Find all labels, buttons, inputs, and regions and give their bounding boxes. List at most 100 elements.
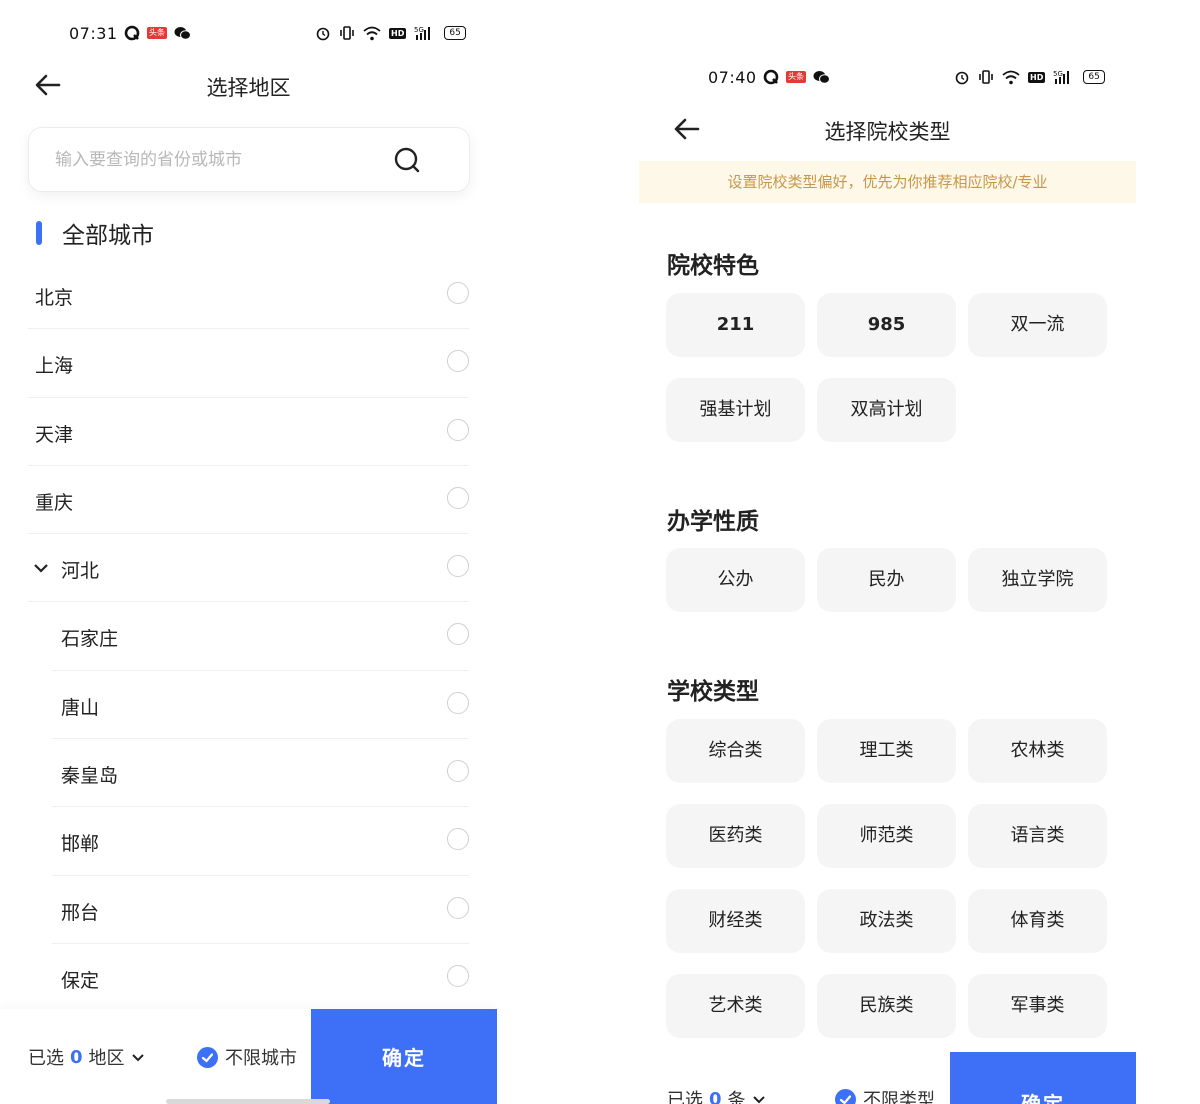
radio-button[interactable] (447, 828, 469, 851)
search-icon[interactable] (393, 146, 421, 174)
selected-count[interactable]: 已选 0 条 (667, 1086, 766, 1104)
unlimited-type-toggle[interactable]: 不限类型 (835, 1086, 935, 1104)
vibrate-icon (340, 26, 354, 40)
unlimited-label: 不限类型 (863, 1090, 935, 1104)
signal-5g-icon: 5G (1053, 70, 1070, 84)
wechat-icon (174, 26, 191, 40)
province-row[interactable]: 北京 (28, 261, 469, 330)
option-chip[interactable]: 985 (817, 293, 956, 357)
confirm-button[interactable]: 确定 (950, 1052, 1136, 1104)
option-chip[interactable]: 语言类 (968, 804, 1107, 868)
province-row[interactable]: 上海 (28, 329, 469, 398)
region-label: 上海 (35, 355, 74, 378)
region-label: 重庆 (35, 491, 74, 514)
group-title: 学校类型 (667, 679, 759, 705)
radio-button[interactable] (447, 418, 469, 441)
bottom-bar: 已选 0 条 不限类型 确定 (639, 1052, 1136, 1104)
radio-button[interactable] (447, 350, 469, 373)
option-chip[interactable]: 农林类 (968, 719, 1107, 783)
wechat-icon (813, 70, 830, 84)
preference-tip: 设置院校类型偏好，优先为你推荐相应院校/专业 (639, 161, 1136, 203)
option-chip[interactable]: 强基计划 (666, 378, 805, 442)
region-label: 河北 (61, 560, 100, 583)
region-label: 邯郸 (61, 833, 100, 856)
news-badge-icon: 头条 (786, 71, 806, 83)
option-chip[interactable]: 政法类 (817, 889, 956, 953)
radio-button[interactable] (447, 486, 469, 509)
page-title: 选择地区 (206, 76, 291, 100)
option-chip[interactable]: 双一流 (968, 293, 1107, 357)
option-chip[interactable]: 师范类 (817, 804, 956, 868)
wifi-icon (1002, 70, 1020, 84)
group-title: 院校特色 (667, 253, 759, 279)
nav-bar: 选择院校类型 (639, 104, 1136, 154)
hd-icon: HD (389, 27, 407, 39)
selected-count[interactable]: 已选 0 地区 (28, 1044, 145, 1070)
region-label: 石家庄 (61, 628, 119, 651)
option-chip[interactable]: 财经类 (666, 889, 805, 953)
region-label: 天津 (35, 423, 74, 446)
region-label: 秦皇岛 (61, 765, 119, 788)
check-circle-icon (835, 1088, 856, 1104)
province-row[interactable]: 重庆 (28, 466, 469, 535)
option-chip[interactable]: 211 (666, 293, 805, 357)
q-app-icon (763, 69, 779, 85)
radio-button[interactable] (447, 760, 469, 783)
radio-button[interactable] (447, 282, 469, 304)
option-chip[interactable]: 民族类 (817, 974, 956, 1038)
signal-5g-icon: 5G (414, 26, 431, 40)
province-row[interactable]: 天津 (28, 398, 469, 466)
status-time: 07:31 (69, 24, 118, 43)
status-time: 07:40 (708, 68, 757, 87)
select-region-screen: 07:31 头条 HD 5G 65 选择地区 全部城市 北京上海天津重庆河北石家… (0, 0, 497, 1104)
chevron-down-icon[interactable] (33, 560, 49, 576)
radio-button[interactable] (447, 691, 469, 714)
search-input[interactable] (53, 144, 387, 176)
option-chip[interactable]: 独立学院 (968, 548, 1107, 612)
page-title: 选择院校类型 (824, 120, 951, 144)
group-title: 办学性质 (667, 509, 759, 535)
region-label: 北京 (35, 287, 74, 309)
bottom-bar: 已选 0 地区 不限城市 确定 (0, 1009, 497, 1104)
section-title: 全部城市 (62, 223, 154, 249)
nav-bar: 选择地区 (0, 60, 497, 110)
radio-button[interactable] (447, 896, 469, 919)
option-chip[interactable]: 军事类 (968, 974, 1107, 1038)
confirm-button[interactable]: 确定 (311, 1009, 497, 1104)
q-app-icon (124, 25, 140, 41)
vibrate-icon (979, 70, 993, 84)
city-row[interactable]: 保定 (52, 944, 469, 1013)
battery-icon: 65 (1083, 70, 1105, 84)
option-chip[interactable]: 理工类 (817, 719, 956, 783)
wifi-icon (363, 26, 381, 40)
city-row[interactable]: 邯郸 (52, 807, 469, 876)
radio-button[interactable] (447, 964, 469, 987)
search-box[interactable] (28, 127, 470, 192)
province-row[interactable]: 河北 (28, 534, 469, 603)
radio-button[interactable] (447, 623, 469, 646)
option-chip[interactable]: 医药类 (666, 804, 805, 868)
radio-button[interactable] (447, 555, 469, 578)
svg-text:5G: 5G (414, 26, 424, 34)
region-label: 保定 (61, 969, 100, 992)
hd-icon: HD (1028, 71, 1046, 83)
option-chip[interactable]: 公办 (666, 548, 805, 612)
alarm-icon (316, 27, 330, 41)
option-chip[interactable]: 双高计划 (817, 378, 956, 442)
status-bar: 07:31 头条 HD 5G 65 (0, 13, 497, 53)
region-label: 唐山 (61, 696, 100, 719)
selected-number: 0 (70, 1046, 83, 1068)
city-row[interactable]: 邢台 (52, 876, 469, 944)
unlimited-label: 不限城市 (225, 1048, 297, 1069)
option-chip[interactable]: 艺术类 (666, 974, 805, 1038)
region-label: 邢台 (61, 901, 100, 924)
alarm-icon (955, 71, 969, 85)
section-header: 全部城市 (36, 218, 154, 249)
option-chip[interactable]: 民办 (817, 548, 956, 612)
unlimited-city-toggle[interactable]: 不限城市 (197, 1044, 297, 1070)
option-chip[interactable]: 体育类 (968, 889, 1107, 953)
city-row[interactable]: 唐山 (52, 671, 469, 740)
city-row[interactable]: 石家庄 (52, 602, 469, 671)
option-chip[interactable]: 综合类 (666, 719, 805, 783)
city-row[interactable]: 秦皇岛 (52, 739, 469, 808)
